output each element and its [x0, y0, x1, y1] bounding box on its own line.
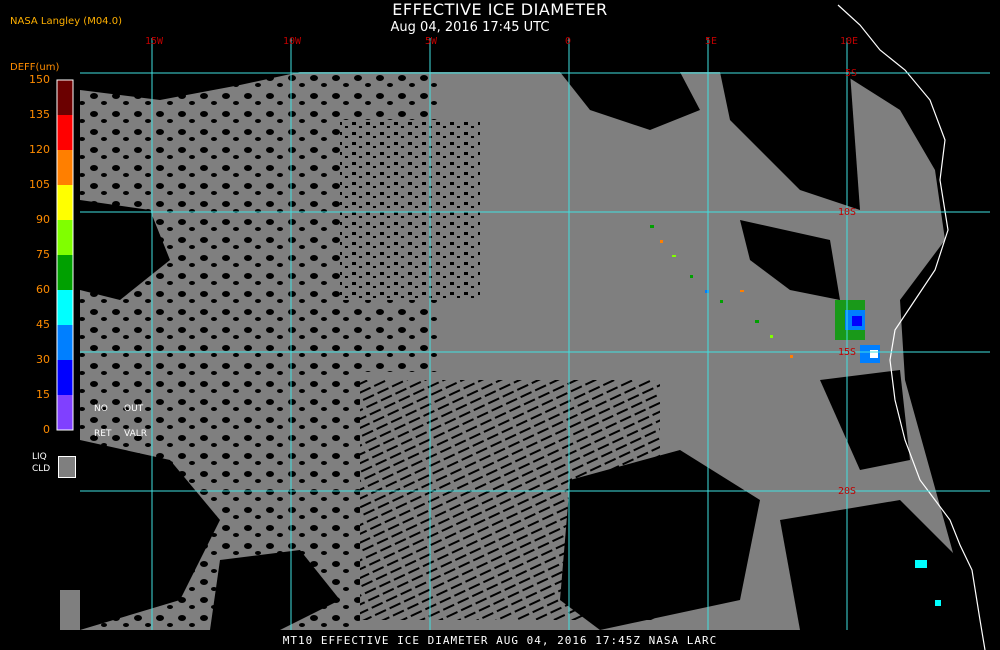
lat-label-5s: 5S: [845, 68, 857, 79]
lon-label-10e: 10E: [840, 36, 858, 47]
colorbar-tick-label: 120: [29, 143, 50, 156]
footer-caption: MT10 EFFECTIVE ICE DIAMETER AUG 04, 2016…: [282, 634, 718, 647]
colorbar-tick-label: 30: [36, 353, 50, 366]
liq-label-line2: CLD: [32, 464, 51, 474]
lat-label-20s: 20S: [838, 486, 856, 497]
satellite-map: 15W 10W 5W 0 5E 10E 5S 10S 15S 20S: [60, 4, 1000, 650]
colorbar-tick-label: 75: [36, 248, 50, 261]
colorbar-tick-label: 150: [29, 73, 50, 86]
colorbar-tick-label: 90: [36, 213, 50, 226]
liq-label-line1: LIQ: [32, 452, 47, 462]
note-valr: VALR: [124, 429, 148, 439]
colorbar-swatch: [57, 290, 73, 325]
colorbar-tick-label: 0: [43, 423, 50, 436]
cloud-field: [60, 72, 1000, 650]
colorbar-swatch: [57, 360, 73, 395]
colorbar-swatch: [57, 325, 73, 360]
note-no: NO: [94, 404, 108, 414]
colorbar-swatch: [57, 185, 73, 220]
colorbar-swatch: [57, 395, 73, 430]
colorbar-swatch: [57, 115, 73, 150]
colorbar-swatch: [57, 220, 73, 255]
lon-label-15w: 15W: [145, 36, 164, 47]
colorbar-tick-label: 15: [36, 388, 50, 401]
colorbar-tick-label: 60: [36, 283, 50, 296]
colorbar-swatch: [57, 255, 73, 290]
note-out: OUT: [124, 404, 144, 414]
map-timestamp: Aug 04, 2016 17:45 UTC: [390, 20, 550, 35]
lon-label-5w: 5W: [425, 36, 438, 47]
colorbar-tick-label: 105: [29, 178, 50, 191]
lon-label-5e: 5E: [705, 36, 717, 47]
lon-label-10w: 10W: [283, 36, 302, 47]
lon-label-0: 0: [565, 36, 571, 47]
colorbar-swatch: [57, 150, 73, 185]
lat-label-15s: 15S: [838, 347, 856, 358]
map-title: EFFECTIVE ICE DIAMETER: [392, 0, 608, 19]
lat-label-10s: 10S: [838, 207, 856, 218]
note-ret: RET: [94, 429, 112, 439]
colorbar-swatch: [57, 80, 73, 115]
colorbar-tick-label: 135: [29, 108, 50, 121]
colorbar-tick-label: 45: [36, 318, 50, 331]
liquid-cloud-swatch: [58, 456, 76, 478]
